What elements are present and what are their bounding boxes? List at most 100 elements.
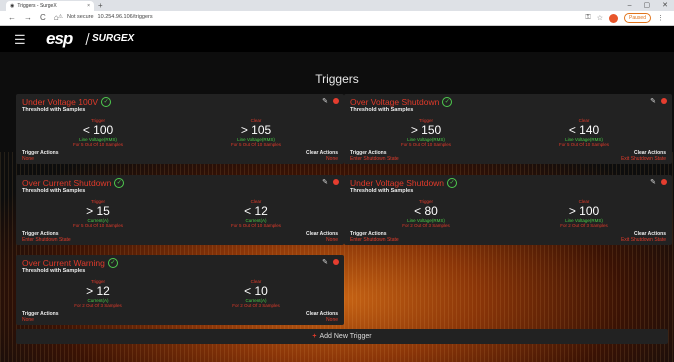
avatar[interactable] [609, 13, 619, 23]
trigger-block: Trigger < 80 Line Voltage(RMS) For 2 Out… [376, 199, 476, 228]
trigger-samples: For 2 Out Of 3 Samples [402, 223, 450, 228]
close-window-button[interactable]: ✕ [662, 0, 668, 11]
browser-tab[interactable]: ◉ Triggers - SurgeX × [6, 1, 94, 11]
clear-block: Clear < 140 Line Voltage(RMS) For 5 Out … [534, 118, 634, 147]
trigger-name: Over Current Warning ✓ [22, 258, 118, 268]
clear-samples: For 5 Out Of 10 Samples [558, 142, 610, 147]
new-tab-button[interactable]: + [98, 0, 103, 11]
security-label: Not secure [66, 14, 94, 20]
delete-dot-icon[interactable] [333, 98, 339, 104]
trigger-type: Threshold with Samples [22, 268, 86, 274]
delete-dot-icon[interactable] [661, 98, 667, 104]
clear-samples: For 2 Out Of 3 Samples [560, 223, 608, 228]
forward-button[interactable]: → [24, 13, 32, 22]
browser-tab-bar: ◉ Triggers - SurgeX × + – ▢ ✕ [0, 0, 674, 11]
page-title: Triggers [315, 72, 359, 86]
trigger-value: > 12 [86, 284, 110, 298]
trigger-type: Threshold with Samples [22, 188, 86, 194]
url-field[interactable]: ⚠ Not secure 10.254.96.106/triggers [58, 14, 153, 20]
trigger-actions-value: None [22, 317, 34, 323]
minimize-button[interactable]: – [628, 0, 632, 11]
trigger-name: Under Voltage Shutdown ✓ [350, 178, 458, 188]
clear-value: < 12 [244, 204, 268, 218]
maximize-button[interactable]: ▢ [644, 0, 651, 11]
clear-samples: For 2 Out Of 3 Samples [232, 303, 280, 308]
key-icon[interactable]: ⚿ [585, 14, 590, 22]
delete-dot-icon[interactable] [333, 259, 339, 265]
plus-icon: + [312, 333, 317, 340]
logo-surgex: SURGEX [92, 33, 135, 44]
add-trigger-label: Add New Trigger [319, 333, 372, 340]
trigger-block: Trigger < 100 Line Voltage(RMS) For 5 Ou… [48, 118, 148, 147]
delete-dot-icon[interactable] [333, 179, 339, 185]
address-bar: ← → C ⌂ ⚠ Not secure 10.254.96.106/trigg… [0, 11, 674, 26]
trigger-value: > 150 [410, 123, 442, 137]
trigger-samples: For 5 Out Of 10 Samples [72, 142, 124, 147]
trigger-name-text: Over Voltage Shutdown [350, 97, 440, 107]
clear-block: Clear < 10 Current(A) For 2 Out Of 3 Sam… [206, 279, 306, 308]
window-controls: – ▢ ✕ [628, 0, 668, 11]
clear-samples: For 5 Out Of 10 Samples [230, 142, 282, 147]
clear-actions-value: Exit Shutdown State [620, 156, 666, 162]
trigger-actions-value: Enter Shutdown State [22, 237, 71, 243]
trigger-samples: For 2 Out Of 3 Samples [74, 303, 122, 308]
pencil-icon[interactable]: ✎ [650, 178, 656, 186]
menu-kebab-icon[interactable]: ⋮ [657, 14, 664, 22]
trigger-actions-value: Enter Shutdown State [350, 237, 399, 243]
clear-block: Clear > 100 Line Voltage(RMS) For 2 Out … [534, 199, 634, 228]
trigger-card: Over Current Shutdown ✓ Threshold with S… [16, 175, 344, 245]
back-button[interactable]: ← [8, 13, 16, 22]
trigger-name-text: Under Voltage 100V [22, 97, 99, 107]
trigger-name-text: Under Voltage Shutdown [350, 178, 445, 188]
check-circle-icon: ✓ [101, 97, 112, 107]
check-circle-icon: ✓ [442, 97, 453, 107]
delete-dot-icon[interactable] [661, 179, 667, 185]
clear-actions-value: None [326, 317, 338, 323]
pencil-icon[interactable]: ✎ [322, 258, 328, 266]
reload-button[interactable]: C [40, 13, 46, 22]
clear-block: Clear < 12 Current(A) For 5 Out Of 10 Sa… [206, 199, 306, 228]
trigger-name: Under Voltage 100V ✓ [22, 97, 112, 107]
url-text: 10.254.96.106/triggers [97, 14, 153, 20]
toolbar-right: ⚿ ☆ Paused ⋮ [585, 13, 664, 23]
logo-esp: esp [46, 29, 73, 48]
clear-actions-value: None [326, 237, 338, 243]
trigger-block: Trigger > 150 Line Voltage(RMS) For 5 Ou… [376, 118, 476, 147]
clear-actions-value: None [326, 156, 338, 162]
clear-actions-value: Exit Shutdown State [620, 237, 666, 243]
trigger-type: Threshold with Samples [350, 188, 414, 194]
trigger-block: Trigger > 12 Current(A) For 2 Out Of 3 S… [48, 279, 148, 308]
trigger-card: Under Voltage Shutdown ✓ Threshold with … [344, 175, 672, 245]
main-content: Triggers Under Voltage 100V ✓ Threshold … [0, 52, 674, 362]
logo-separator [85, 33, 90, 45]
trigger-type: Threshold with Samples [22, 107, 86, 113]
trigger-name: Over Voltage Shutdown ✓ [350, 97, 453, 107]
trigger-card: Over Voltage Shutdown ✓ Threshold with S… [344, 94, 672, 164]
tab-title: Triggers - SurgeX [17, 3, 57, 9]
star-icon[interactable]: ☆ [597, 14, 603, 22]
app-header: ☰ esp SURGEX [0, 26, 674, 52]
trigger-card: Over Current Warning ✓ Threshold with Sa… [16, 255, 344, 325]
clear-value: < 10 [244, 284, 268, 298]
hamburger-menu-icon[interactable]: ☰ [14, 33, 26, 46]
pencil-icon[interactable]: ✎ [322, 178, 328, 186]
trigger-block: Trigger > 15 Current(A) For 5 Out Of 10 … [48, 199, 148, 228]
paused-button[interactable]: Paused [624, 13, 651, 23]
clear-block: Clear > 105 Line Voltage(RMS) For 5 Out … [206, 118, 306, 147]
trigger-type: Threshold with Samples [350, 107, 414, 113]
pencil-icon[interactable]: ✎ [322, 97, 328, 105]
favicon-icon: ◉ [10, 3, 15, 9]
trigger-actions-value: Enter Shutdown State [350, 156, 399, 162]
tab-close-icon[interactable]: × [87, 3, 90, 9]
clear-value: < 140 [568, 123, 600, 137]
trigger-actions-value: None [22, 156, 34, 162]
nav-buttons: ← → C ⌂ [8, 13, 59, 22]
clear-value: > 105 [240, 123, 272, 137]
trigger-name: Over Current Shutdown ✓ [22, 178, 125, 188]
trigger-name-text: Over Current Shutdown [22, 178, 112, 188]
pencil-icon[interactable]: ✎ [650, 97, 656, 105]
check-circle-icon: ✓ [114, 178, 125, 188]
trigger-name-text: Over Current Warning [22, 258, 105, 268]
trigger-samples: For 5 Out Of 10 Samples [72, 223, 124, 228]
add-trigger-button[interactable]: + Add New Trigger [16, 329, 668, 344]
